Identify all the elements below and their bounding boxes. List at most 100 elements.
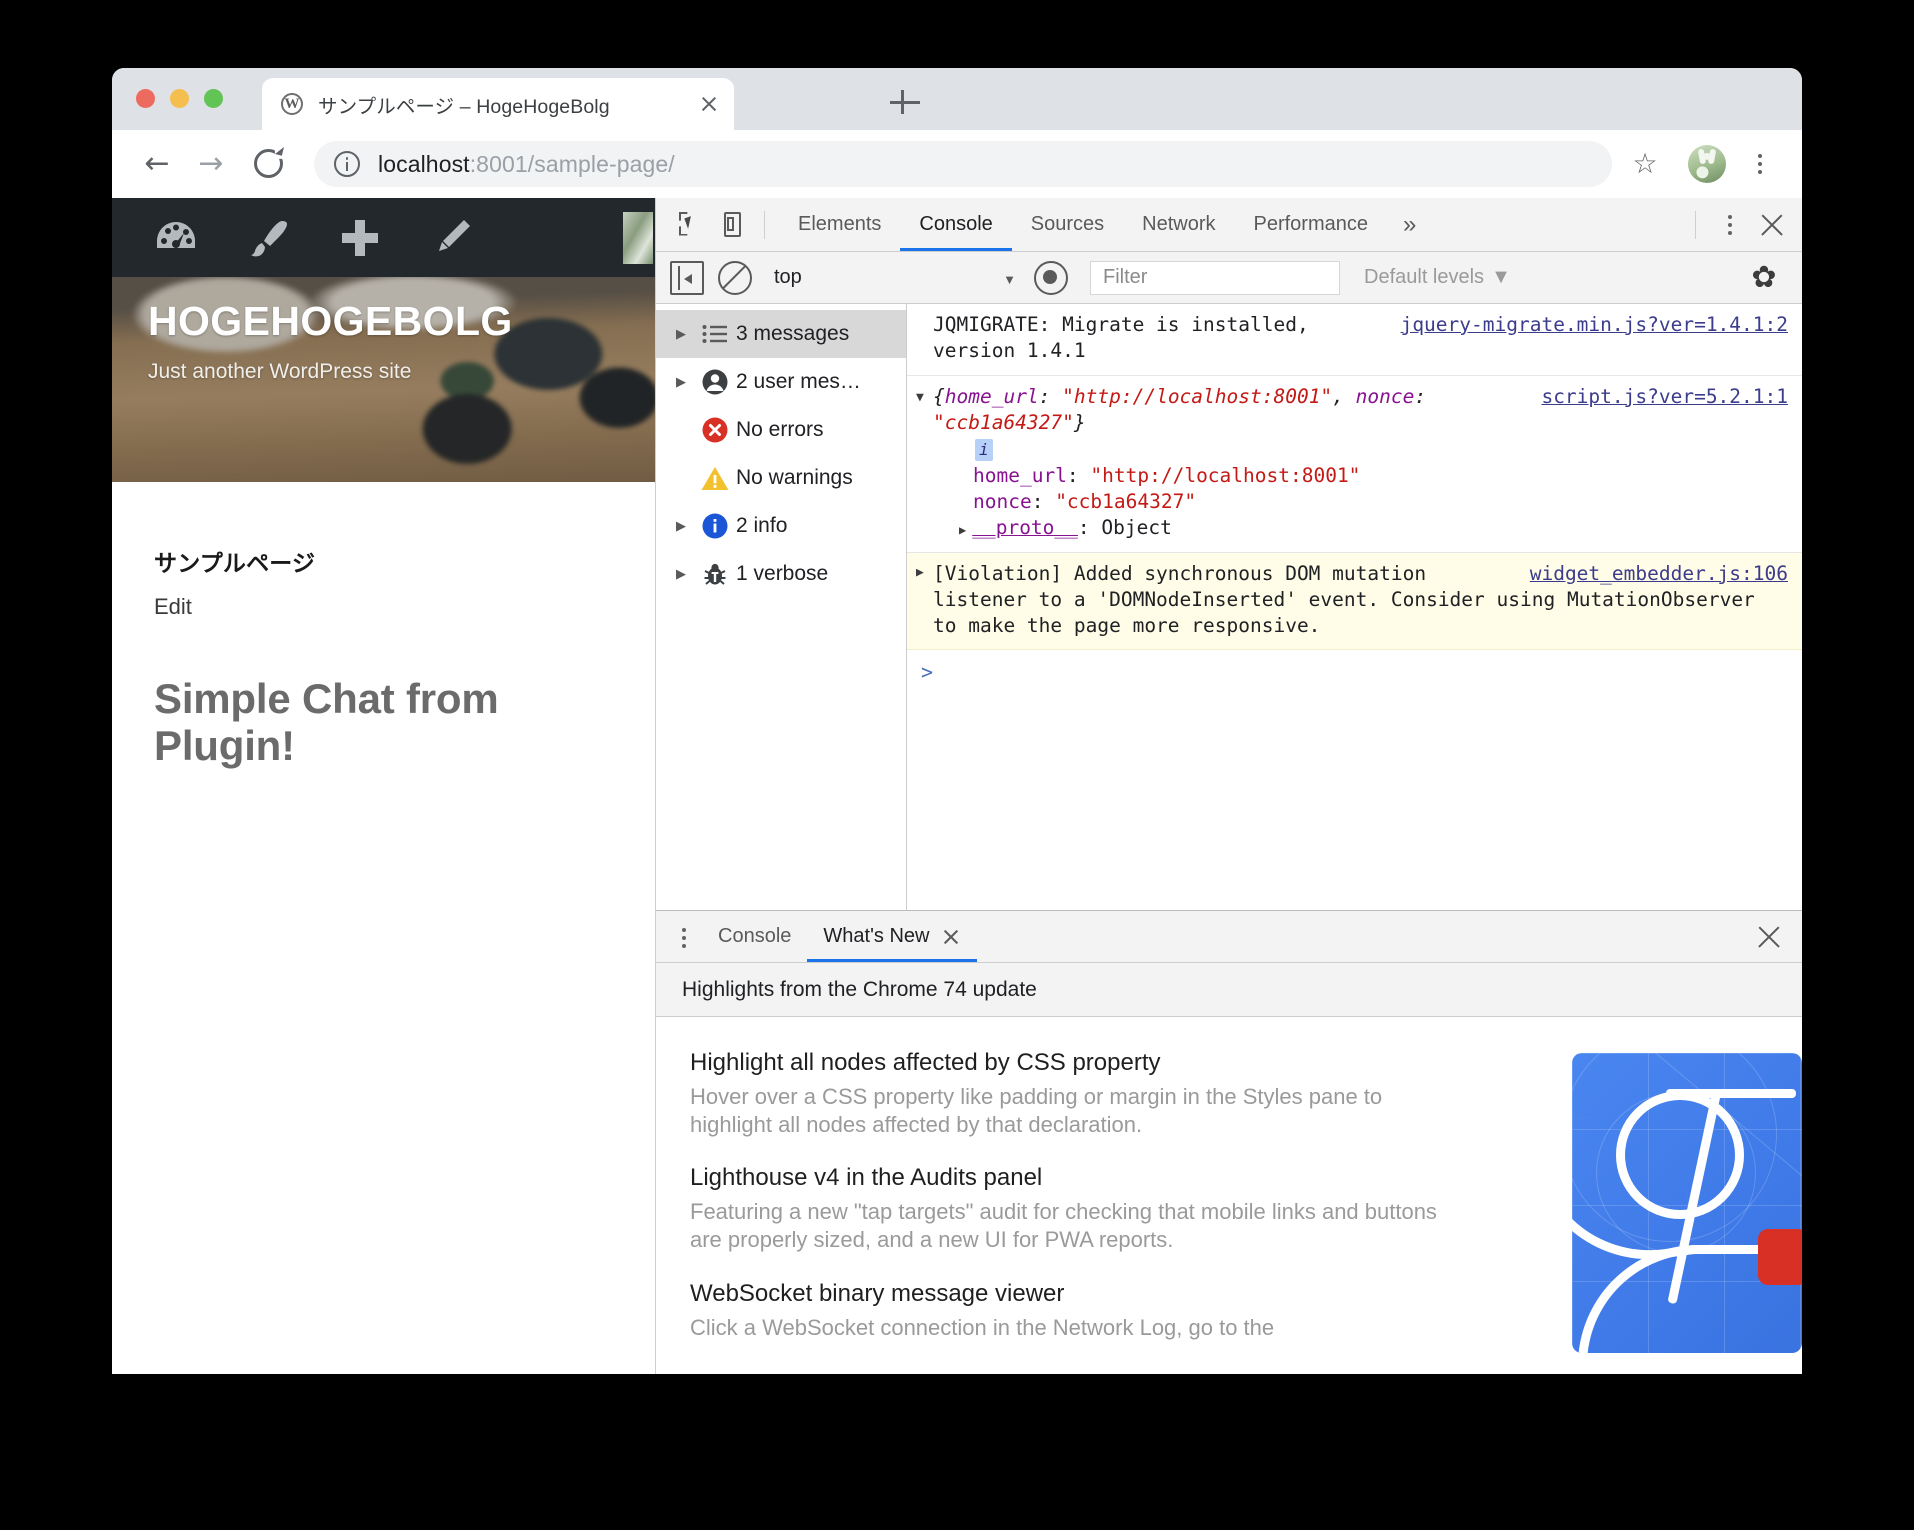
console-message-violation[interactable]: widget_embedder.js:106 ▶ [Violation] Add… bbox=[907, 553, 1802, 651]
profile-avatar[interactable] bbox=[1688, 145, 1726, 183]
message-source-link[interactable]: script.js?ver=5.2.1:1 bbox=[1541, 384, 1788, 410]
plus-icon[interactable] bbox=[314, 198, 406, 277]
close-icon[interactable] bbox=[941, 927, 961, 947]
omnibox-path: :8001/sample-page/ bbox=[470, 151, 675, 177]
whats-new-item-desc: Featuring a new "tap targets" audit for … bbox=[690, 1198, 1460, 1253]
sidebar-item-user-messages[interactable]: ▶ 2 user mes… bbox=[656, 358, 906, 406]
drawer-tab-whats-new[interactable]: What's New bbox=[807, 911, 977, 962]
drawer-tab-console[interactable]: Console bbox=[702, 911, 807, 962]
sidebar-item-label: No warnings bbox=[736, 466, 853, 490]
live-expression-eye-icon[interactable] bbox=[1034, 261, 1068, 295]
execution-context-select[interactable]: top ▼ bbox=[774, 259, 1026, 297]
forward-button[interactable]: → bbox=[188, 141, 234, 187]
site-title: HOGEHOGEBOLG bbox=[148, 301, 637, 343]
entry-title: サンプルページ bbox=[154, 544, 611, 578]
proto-value: Object bbox=[1101, 516, 1171, 539]
console-settings-gear[interactable]: ✿ bbox=[1744, 258, 1784, 298]
clear-console-icon[interactable] bbox=[718, 261, 752, 295]
console-levels-select[interactable]: Default levels ▼ bbox=[1364, 266, 1511, 289]
window-close-button[interactable] bbox=[136, 89, 155, 108]
expand-twisty-icon[interactable]: ▶ bbox=[668, 326, 694, 342]
drawer-tabbar: Console What's New bbox=[656, 911, 1802, 963]
omnibox[interactable]: localhost:8001/sample-page/ bbox=[314, 141, 1612, 187]
drawer-tab-label: What's New bbox=[823, 925, 929, 948]
chevron-down-icon: ▼ bbox=[1491, 266, 1511, 289]
list-icon bbox=[694, 319, 736, 349]
new-tab-button[interactable] bbox=[887, 84, 923, 120]
bookmark-star-button[interactable]: ☆ bbox=[1622, 141, 1668, 187]
dashboard-gauge-icon[interactable] bbox=[130, 198, 222, 277]
whats-new-item[interactable]: Highlight all nodes affected by CSS prop… bbox=[690, 1049, 1566, 1138]
execution-context-value: top bbox=[774, 266, 802, 289]
inspect-element-icon[interactable] bbox=[670, 204, 712, 246]
devtools-panel: Elements Console Sources Network Perform… bbox=[655, 198, 1802, 1374]
viewport: HOGEHOGEBOLG Just another WordPress site… bbox=[112, 198, 1802, 1374]
sidebar-item-label: 3 messages bbox=[736, 322, 849, 346]
sidebar-item-info[interactable]: ▶ 2 info bbox=[656, 502, 906, 550]
tab-sources[interactable]: Sources bbox=[1012, 198, 1123, 251]
paintbrush-icon[interactable] bbox=[222, 198, 314, 277]
whats-new-item-desc: Hover over a CSS property like padding o… bbox=[690, 1083, 1460, 1138]
more-tabs-chevron-icon[interactable]: » bbox=[1387, 198, 1432, 251]
sidebar-item-verbose[interactable]: ▶ 1 verbose bbox=[656, 550, 906, 598]
expand-twisty-icon[interactable]: ▶ bbox=[668, 374, 694, 390]
tab-strip: W サンプルページ – HogeHogeBolg bbox=[112, 68, 1802, 130]
warning-triangle-icon bbox=[694, 463, 736, 493]
message-source-link[interactable]: jquery-migrate.min.js?ver=1.4.1:2 bbox=[1401, 312, 1788, 338]
page-info-icon[interactable] bbox=[334, 151, 360, 177]
drawer-more-tools-kebab[interactable] bbox=[666, 917, 702, 957]
browser-toolbar: ← → localhost:8001/sample-page/ ☆ bbox=[112, 130, 1802, 198]
tab-performance[interactable]: Performance bbox=[1235, 198, 1388, 251]
error-circle-icon bbox=[694, 415, 736, 445]
whats-new-item[interactable]: WebSocket binary message viewer Click a … bbox=[690, 1280, 1566, 1342]
property-value: "http://localhost:8001" bbox=[1090, 464, 1360, 487]
console-filter-input[interactable]: Filter bbox=[1090, 261, 1340, 295]
console-body: ▶ 3 messages ▶ 2 user mes… bbox=[656, 304, 1802, 910]
back-button[interactable]: ← bbox=[134, 141, 180, 187]
console-message-object[interactable]: script.js?ver=5.2.1:1 ▼ {home_url: "http… bbox=[907, 376, 1802, 553]
whats-new-body[interactable]: Highlight all nodes affected by CSS prop… bbox=[656, 1017, 1802, 1374]
console-sidebar-toggle-icon[interactable] bbox=[670, 261, 704, 295]
console-message-list[interactable]: jquery-migrate.min.js?ver=1.4.1:2 JQMIGR… bbox=[907, 304, 1802, 910]
expand-twisty-icon[interactable]: ▶ bbox=[668, 518, 694, 534]
drawer-close-icon[interactable] bbox=[1748, 916, 1790, 958]
omnibox-url-text: localhost:8001/sample-page/ bbox=[378, 151, 675, 178]
drawer-tab-label: Console bbox=[718, 925, 791, 948]
info-circle-icon bbox=[694, 511, 736, 541]
window-minimize-button[interactable] bbox=[170, 89, 189, 108]
wordpress-admin-bar bbox=[112, 198, 655, 277]
sidebar-item-warnings[interactable]: No warnings bbox=[656, 454, 906, 502]
tab-network[interactable]: Network bbox=[1123, 198, 1234, 251]
whats-new-subtitle: Highlights from the Chrome 74 update bbox=[656, 963, 1802, 1017]
console-prompt[interactable]: > bbox=[907, 650, 1802, 670]
console-sidebar: ▶ 3 messages ▶ 2 user mes… bbox=[656, 304, 907, 910]
tab-elements[interactable]: Elements bbox=[779, 198, 900, 251]
gear-icon: ✿ bbox=[1744, 258, 1784, 298]
devtools-close-icon[interactable] bbox=[1750, 203, 1794, 247]
edit-link[interactable]: Edit bbox=[154, 594, 611, 620]
window-maximize-button[interactable] bbox=[204, 89, 223, 108]
sidebar-item-messages[interactable]: ▶ 3 messages bbox=[656, 310, 906, 358]
object-proto-row[interactable]: ▶__proto__: Object bbox=[933, 515, 1788, 541]
message-source-link[interactable]: widget_embedder.js:106 bbox=[1530, 561, 1788, 587]
console-message-log[interactable]: jquery-migrate.min.js?ver=1.4.1:2 JQMIGR… bbox=[907, 304, 1802, 376]
browser-tab-title: サンプルページ – HogeHogeBolg bbox=[318, 90, 688, 119]
devtools-more-options-kebab[interactable] bbox=[1710, 205, 1750, 245]
pencil-icon[interactable] bbox=[406, 198, 498, 277]
chrome-menu-button[interactable] bbox=[1740, 144, 1780, 184]
tab-console[interactable]: Console bbox=[900, 198, 1011, 251]
info-badge-icon[interactable]: i bbox=[975, 439, 993, 461]
devtools-drawer: Console What's New Highlights from the C… bbox=[656, 910, 1802, 1374]
tab-close-icon[interactable] bbox=[696, 91, 722, 117]
reload-button[interactable] bbox=[246, 141, 292, 187]
whats-new-item-title: Highlight all nodes affected by CSS prop… bbox=[690, 1049, 1566, 1077]
expand-twisty-icon[interactable]: ▶ bbox=[668, 566, 694, 582]
whats-new-item[interactable]: Lighthouse v4 in the Audits panel Featur… bbox=[690, 1164, 1566, 1253]
browser-tab[interactable]: W サンプルページ – HogeHogeBolg bbox=[262, 78, 734, 130]
device-toolbar-icon[interactable] bbox=[712, 204, 754, 246]
collapse-twisty-icon[interactable]: ▼ bbox=[916, 389, 924, 407]
expand-twisty-icon[interactable]: ▶ bbox=[959, 523, 966, 537]
sidebar-item-label: No errors bbox=[736, 418, 824, 442]
expand-twisty-icon[interactable]: ▶ bbox=[916, 564, 924, 582]
sidebar-item-errors[interactable]: No errors bbox=[656, 406, 906, 454]
